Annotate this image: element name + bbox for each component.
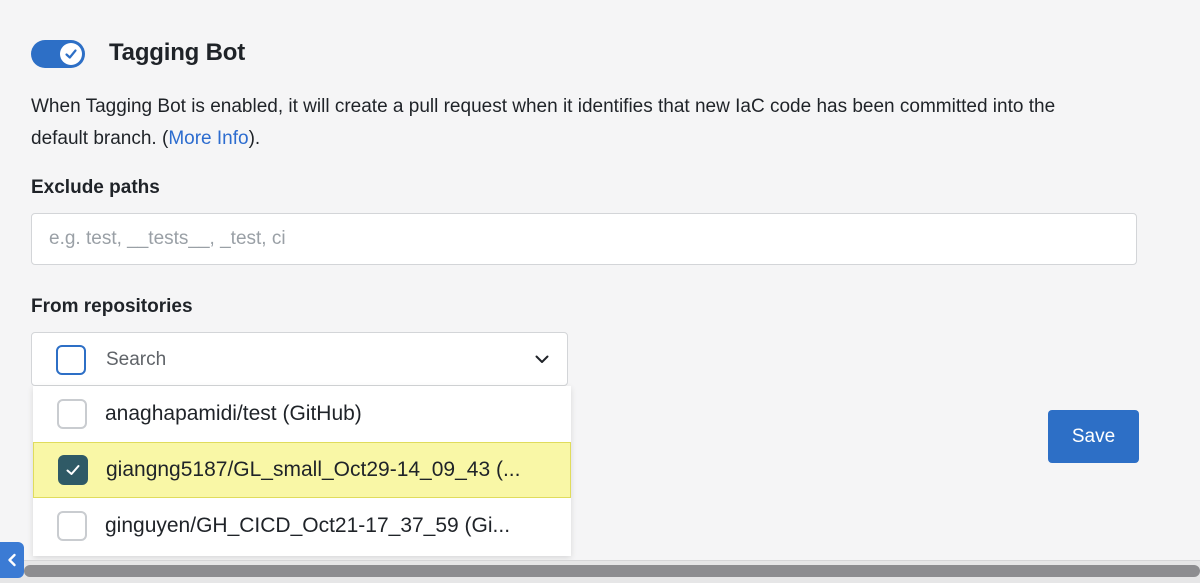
- select-all-checkbox[interactable]: [56, 345, 86, 375]
- repositories-select[interactable]: Search: [31, 332, 568, 386]
- horizontal-scrollbar-thumb[interactable]: [24, 565, 1200, 577]
- repo-option-0[interactable]: anaghapamidi/test (GitHub): [33, 386, 571, 442]
- repo-option-label: anaghapamidi/test (GitHub): [105, 402, 362, 425]
- repo-option-1[interactable]: giangng5187/GL_small_Oct29-14_09_43 (...: [33, 442, 571, 498]
- repo-checkbox[interactable]: [57, 511, 87, 541]
- description: When Tagging Bot is enabled, it will cre…: [31, 91, 1111, 155]
- repo-option-label: giangng5187/GL_small_Oct29-14_09_43 (...: [106, 458, 521, 481]
- checkmark-icon: [66, 465, 80, 475]
- chevron-down-icon[interactable]: [534, 351, 550, 372]
- more-info-link[interactable]: More Info: [168, 128, 248, 149]
- search-placeholder: Search: [106, 349, 167, 370]
- save-button[interactable]: Save: [1048, 410, 1139, 463]
- from-repositories-label: From repositories: [31, 296, 193, 317]
- repo-checkbox[interactable]: [57, 399, 87, 429]
- chevron-left-icon: [8, 553, 16, 567]
- repo-option-label: ginguyen/GH_CICD_Oct21-17_37_59 (Gi...: [105, 514, 511, 537]
- repo-checkbox[interactable]: [58, 455, 88, 485]
- section-title: Tagging Bot: [109, 39, 245, 66]
- exclude-paths-input[interactable]: [31, 213, 1137, 265]
- description-suffix: ).: [248, 128, 261, 149]
- repo-option-2[interactable]: ginguyen/GH_CICD_Oct21-17_37_59 (Gi...: [33, 498, 571, 554]
- repositories-dropdown: anaghapamidi/test (GitHub) giangng5187/G…: [33, 386, 571, 556]
- exclude-paths-label: Exclude paths: [31, 177, 160, 198]
- collapse-sidebar-tab[interactable]: [0, 542, 24, 578]
- check-icon: [60, 43, 82, 65]
- tagging-bot-toggle[interactable]: [31, 40, 85, 68]
